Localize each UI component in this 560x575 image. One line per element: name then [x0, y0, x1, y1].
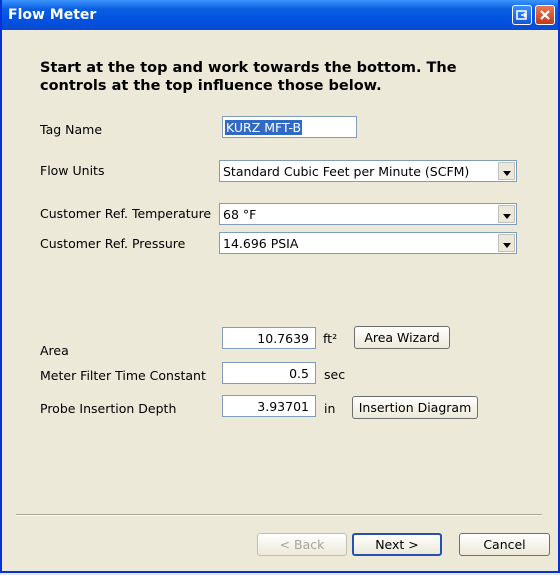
window-title: Flow Meter — [8, 7, 97, 23]
close-icon — [539, 6, 551, 25]
back-button[interactable]: < Back — [257, 533, 347, 556]
chevron-down-icon — [502, 207, 511, 222]
flow-units-value: Standard Cubic Feet per Minute (SCFM) — [223, 164, 470, 179]
ref-pressure-value: 14.696 PSIA — [223, 236, 299, 251]
ref-temperature-dropdown-button[interactable] — [498, 205, 515, 223]
filter-label: Meter Filter Time Constant — [40, 368, 206, 383]
filter-unit: sec — [324, 367, 346, 382]
chevron-down-icon — [502, 236, 511, 251]
title-bar[interactable]: Flow Meter — [2, 0, 558, 30]
insertion-diagram-button[interactable]: Insertion Diagram — [352, 396, 478, 419]
flow-units-dropdown-button[interactable] — [498, 162, 515, 180]
footer-divider — [16, 514, 542, 516]
area-unit: ft² — [323, 331, 338, 346]
area-label: Area — [40, 343, 69, 358]
ref-temperature-select[interactable]: 68 °F — [219, 203, 517, 225]
area-wizard-button[interactable]: Area Wizard — [354, 326, 450, 349]
flow-units-select[interactable]: Standard Cubic Feet per Minute (SCFM) — [219, 160, 517, 182]
restore-button[interactable] — [512, 5, 532, 25]
ref-temperature-label: Customer Ref. Temperature — [40, 206, 212, 221]
tag-name-value: KURZ MFT-B — [225, 120, 303, 135]
tag-name-label: Tag Name — [40, 122, 103, 137]
flow-meter-window: Flow Meter Start at the top and work tow… — [0, 0, 560, 573]
chevron-down-icon — [502, 164, 511, 179]
cancel-button[interactable]: Cancel — [459, 533, 550, 556]
ref-pressure-dropdown-button[interactable] — [498, 234, 515, 252]
close-button[interactable] — [535, 5, 555, 25]
ref-temperature-value: 68 °F — [223, 207, 257, 222]
filter-input[interactable]: 0.5 — [222, 362, 316, 384]
area-input[interactable]: 10.7639 — [222, 327, 316, 349]
instructions-text: Start at the top and work towards the bo… — [40, 60, 457, 94]
tag-name-input[interactable]: KURZ MFT-B — [222, 116, 357, 138]
probe-depth-label: Probe Insertion Depth — [40, 401, 177, 416]
probe-depth-input[interactable]: 3.93701 — [222, 395, 316, 417]
ref-pressure-select[interactable]: 14.696 PSIA — [219, 232, 517, 254]
ref-pressure-label: Customer Ref. Pressure — [40, 236, 186, 251]
probe-depth-unit: in — [324, 401, 336, 416]
restore-icon — [516, 6, 528, 25]
next-button[interactable]: Next > — [352, 533, 442, 556]
flow-units-label: Flow Units — [40, 163, 105, 178]
